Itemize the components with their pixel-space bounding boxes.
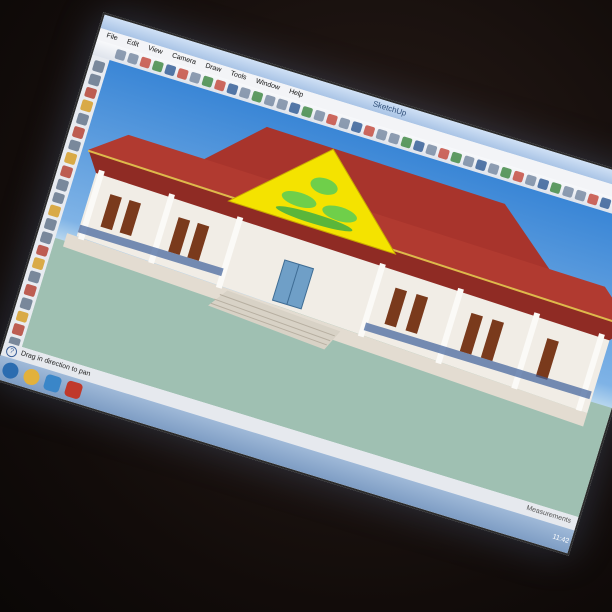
pan-icon[interactable]: [512, 170, 525, 183]
paste-icon[interactable]: [176, 67, 189, 81]
circle-tool-icon[interactable]: [313, 109, 326, 123]
select-tool-icon[interactable]: [238, 86, 252, 100]
freehand-tool-icon[interactable]: [350, 120, 363, 134]
push-pull-tool-icon[interactable]: [375, 128, 388, 142]
palette-freehand-icon[interactable]: [55, 178, 69, 192]
chrome-icon[interactable]: [21, 367, 42, 388]
print-icon[interactable]: [226, 82, 239, 96]
copy-icon[interactable]: [164, 63, 177, 77]
palette-circle-icon[interactable]: [67, 138, 81, 153]
start-orb-icon[interactable]: [0, 360, 21, 381]
palette-zoom-icon[interactable]: [10, 322, 25, 337]
palette-pan-icon[interactable]: [14, 309, 29, 324]
room-background: SketchUp File Edit View Camera Draw Tool…: [0, 0, 612, 612]
palette-select-icon[interactable]: [91, 59, 106, 74]
palette-make-component-icon[interactable]: [87, 72, 102, 87]
axes-tool-icon[interactable]: [487, 162, 500, 176]
protractor-icon[interactable]: [462, 155, 475, 168]
tape-measure-icon[interactable]: [437, 147, 451, 161]
monitor-screen: SketchUp File Edit View Camera Draw Tool…: [0, 12, 612, 556]
explorer-icon[interactable]: [42, 373, 63, 394]
front-view-icon[interactable]: [574, 189, 587, 202]
erase-icon[interactable]: [188, 71, 202, 85]
palette-eraser-icon[interactable]: [79, 99, 94, 113]
top-view-icon[interactable]: [561, 185, 575, 199]
orbit-icon[interactable]: [499, 166, 513, 180]
sketchup-icon[interactable]: [63, 379, 84, 400]
palette-scale-icon[interactable]: [35, 243, 49, 258]
undo-icon[interactable]: [201, 75, 214, 88]
rotate-tool-icon[interactable]: [387, 132, 401, 145]
palette-push-pull-icon[interactable]: [47, 204, 61, 218]
zoom-icon[interactable]: [524, 174, 538, 187]
polygon-tool-icon[interactable]: [338, 117, 351, 130]
palette-orbit-icon[interactable]: [18, 296, 33, 311]
text-tool-icon[interactable]: [474, 158, 488, 172]
palette-tape-icon[interactable]: [27, 270, 41, 284]
palette-move-icon[interactable]: [51, 191, 65, 205]
palette-text-icon[interactable]: [22, 283, 37, 297]
new-file-icon[interactable]: [114, 48, 127, 62]
follow-me-tool-icon[interactable]: [400, 136, 413, 149]
scale-tool-icon[interactable]: [412, 139, 426, 153]
palette-offset-icon[interactable]: [31, 257, 45, 271]
palette-paint-icon[interactable]: [83, 85, 98, 100]
cut-icon[interactable]: [151, 60, 165, 73]
paint-bucket-icon[interactable]: [263, 94, 276, 107]
eraser-tool-icon[interactable]: [275, 98, 289, 111]
palette-line-icon[interactable]: [71, 125, 85, 139]
clock: 11:42: [551, 533, 570, 545]
offset-tool-icon[interactable]: [425, 143, 438, 157]
palette-rectangle-icon[interactable]: [75, 112, 89, 126]
back-view-icon[interactable]: [599, 196, 612, 210]
palette-follow-me-icon[interactable]: [39, 230, 53, 245]
palette-arc-icon[interactable]: [63, 151, 77, 166]
question-icon[interactable]: ?: [4, 344, 19, 358]
save-icon[interactable]: [139, 56, 152, 69]
component-icon[interactable]: [251, 90, 264, 104]
rectangle-tool-icon[interactable]: [288, 101, 301, 115]
open-folder-icon[interactable]: [126, 52, 140, 66]
redo-icon[interactable]: [213, 79, 227, 92]
right-view-icon[interactable]: [586, 193, 600, 206]
palette-rotate-icon[interactable]: [43, 217, 57, 232]
iso-view-icon[interactable]: [549, 181, 562, 195]
palette-polygon-icon[interactable]: [59, 164, 73, 179]
arc-tool-icon[interactable]: [325, 113, 339, 126]
move-tool-icon[interactable]: [362, 124, 376, 138]
line-tool-icon[interactable]: [300, 105, 314, 119]
zoom-extents-icon[interactable]: [536, 177, 550, 191]
dimension-icon[interactable]: [449, 151, 463, 164]
